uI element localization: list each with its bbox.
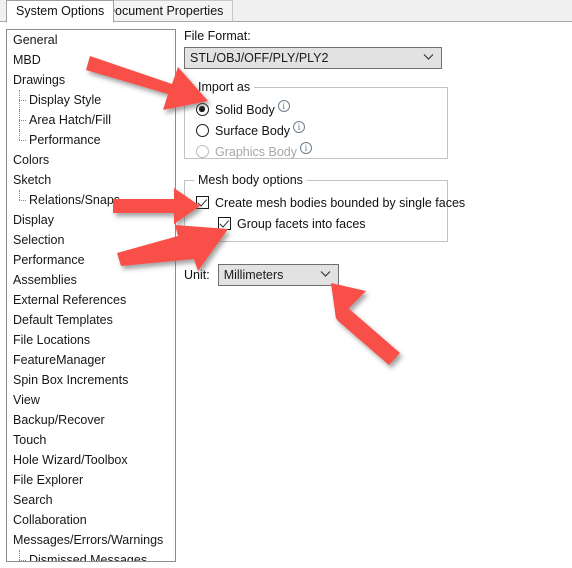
arrow-to-unit-dropdown (331, 283, 400, 365)
sidebar-item[interactable]: Performance (7, 250, 175, 270)
tab-document-properties-label: Document Properties (106, 4, 224, 18)
options-category-tree[interactable]: General MBD Drawings Display Style Area Hatc… (6, 29, 176, 562)
chevron-down-icon-unit (320, 265, 331, 285)
sidebar-item[interactable]: Colors (7, 150, 175, 170)
chevron-down-icon (423, 48, 434, 68)
checkbox-row-create-mesh-bodies[interactable]: Create mesh bodies bounded by single fac… (196, 192, 465, 213)
file-format-value: STL/OBJ/OFF/PLY/PLY2 (190, 51, 329, 65)
import-as-legend: Import as (194, 80, 255, 94)
sidebar-item-label: Backup/Recover (13, 413, 105, 427)
radio-row-graphics-body: Graphics Body i (196, 141, 447, 162)
sidebar-item[interactable]: Backup/Recover (7, 410, 175, 430)
radio-surface-body-label: Surface Body (215, 123, 291, 138)
sidebar-item[interactable]: Touch (7, 430, 175, 450)
sidebar-item-label: Display (13, 213, 54, 227)
sidebar-item-label: Performance (29, 133, 101, 147)
unit-value: Millimeters (223, 268, 284, 282)
sidebar-item[interactable]: Search (7, 490, 175, 510)
sidebar-item-label: Collaboration (13, 513, 87, 527)
sidebar-item[interactable]: Area Hatch/Fill (7, 110, 175, 130)
sidebar-item[interactable]: Spin Box Increments (7, 370, 175, 390)
sidebar-item-label: Performance (13, 253, 85, 267)
sidebar-item[interactable]: Assemblies (7, 270, 175, 290)
sidebar-item[interactable]: Collaboration (7, 510, 175, 530)
sidebar-item-label: Colors (13, 153, 50, 167)
checkbox-group-facets-label: Group facets into faces (237, 216, 366, 231)
info-icon-surface-body[interactable]: i (293, 120, 306, 133)
sidebar-item[interactable]: Display Style (7, 90, 175, 110)
sidebar-item[interactable]: External References (7, 290, 175, 310)
radio-row-solid-body[interactable]: Solid Body i (196, 99, 447, 120)
radio-graphics-body-label: Graphics Body (215, 144, 297, 159)
sidebar-item-label: Search (13, 493, 53, 507)
unit-label: Unit: (184, 268, 210, 282)
sidebar-item-label: General (13, 33, 58, 47)
checkbox-create-mesh-bodies[interactable] (196, 196, 209, 209)
sidebar-item[interactable]: Performance (7, 130, 175, 150)
sidebar-item-label: Drawings (13, 73, 66, 87)
checkbox-row-group-facets[interactable]: Group facets into faces (196, 213, 447, 234)
sidebar-item-label: View (13, 393, 40, 407)
sidebar-item[interactable]: Display (7, 210, 175, 230)
mesh-body-options-group: Mesh body options Create mesh bodies bou… (184, 173, 465, 242)
checkbox-create-mesh-bodies-label: Create mesh bodies bounded by single fac… (215, 195, 466, 210)
radio-graphics-body (196, 145, 209, 158)
sidebar-item-label: Relations/Snaps (29, 193, 121, 207)
sidebar-item-label: Touch (13, 433, 47, 447)
options-detail-pane: File Format: STL/OBJ/OFF/PLY/PLY2 Import… (184, 29, 564, 286)
sidebar-item-label: Assemblies (13, 273, 77, 287)
sidebar-item[interactable]: File Explorer (7, 470, 175, 490)
sidebar-item-label: File Locations (13, 333, 91, 347)
sidebar-item[interactable]: General (7, 30, 175, 50)
sidebar-item-label: Display Style (29, 93, 102, 107)
import-as-group: Import as Solid Body i Surface Body i Gr… (184, 80, 448, 162)
sidebar-item[interactable]: Dismissed Messages (7, 550, 175, 562)
sidebar-item[interactable]: FeatureManager (7, 350, 175, 370)
unit-row: Unit: Millimeters (184, 264, 564, 286)
sidebar-item-label: Dismissed Messages (29, 553, 148, 562)
sidebar-item-label: Spin Box Increments (13, 373, 129, 387)
tab-strip: System Options Document Properties (0, 0, 572, 23)
radio-row-surface-body[interactable]: Surface Body i (196, 120, 447, 141)
tab-system-options[interactable]: System Options (6, 0, 115, 23)
sidebar-item[interactable]: MBD (7, 50, 175, 70)
sidebar-item[interactable]: Messages/Errors/Warnings (7, 530, 175, 550)
info-icon-solid-body[interactable]: i (277, 99, 290, 112)
sidebar-item-label: Selection (13, 233, 65, 247)
radio-solid-body[interactable] (196, 103, 209, 116)
sidebar-item[interactable]: Selection (7, 230, 175, 250)
sidebar-item[interactable]: View (7, 390, 175, 410)
sidebar-item-label: Sketch (13, 173, 52, 187)
file-format-label: File Format: (184, 29, 251, 43)
sidebar-item-label: File Explorer (13, 473, 84, 487)
sidebar-item-label: MBD (13, 53, 41, 67)
sidebar-item-label: Messages/Errors/Warnings (13, 533, 164, 547)
sidebar-item[interactable]: Relations/Snaps (7, 190, 175, 210)
sidebar-item[interactable]: Drawings (7, 70, 175, 90)
radio-solid-body-label: Solid Body (215, 102, 275, 117)
checkbox-group-facets[interactable] (218, 217, 231, 230)
sidebar-item-label: Area Hatch/Fill (29, 113, 111, 127)
file-format-dropdown[interactable]: STL/OBJ/OFF/PLY/PLY2 (184, 47, 442, 69)
mesh-body-options-legend: Mesh body options (194, 173, 307, 187)
radio-surface-body[interactable] (196, 124, 209, 137)
info-icon-graphics-body[interactable]: i (299, 141, 312, 154)
sidebar-item[interactable]: Hole Wizard/Toolbox (7, 450, 175, 470)
sidebar-item[interactable]: Sketch (7, 170, 175, 190)
chevron-down-glyph-unit (320, 271, 331, 277)
tab-system-options-label: System Options (16, 4, 105, 18)
sidebar-item-label: Default Templates (13, 313, 113, 327)
sidebar-item[interactable]: Default Templates (7, 310, 175, 330)
sidebar-item[interactable]: File Locations (7, 330, 175, 350)
unit-dropdown[interactable]: Millimeters (217, 264, 339, 286)
chevron-down-glyph (423, 54, 434, 60)
tab-document-properties[interactable]: Document Properties (96, 0, 234, 22)
sidebar-item-label: FeatureManager (13, 353, 106, 367)
sidebar-item-label: Hole Wizard/Toolbox (13, 453, 128, 467)
options-dialog: System Options Document Properties Gener… (0, 0, 572, 568)
sidebar-item-label: External References (13, 293, 127, 307)
